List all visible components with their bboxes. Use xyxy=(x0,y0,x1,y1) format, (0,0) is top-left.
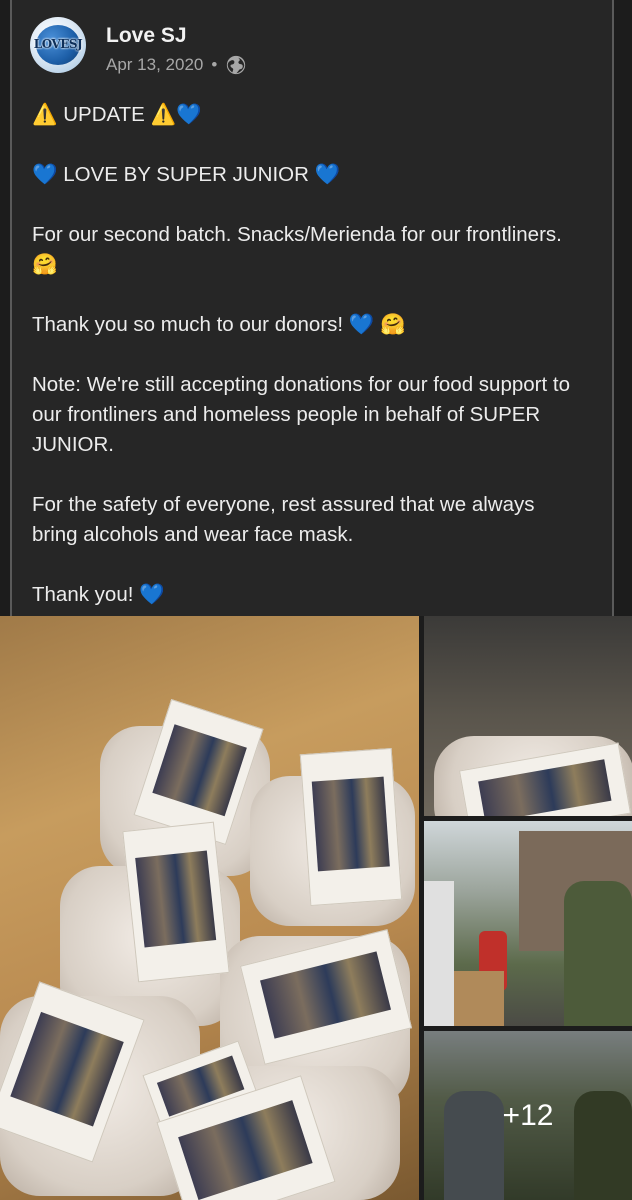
post-headline: 💙 LOVE BY SUPER JUNIOR 💙 xyxy=(32,163,341,186)
post-thanks-donors: Thank you so much to our donors! 💙 🤗 xyxy=(32,313,406,336)
author-name[interactable]: Love SJ xyxy=(106,24,187,48)
photo-card xyxy=(122,821,230,983)
post-body: ⚠️ UPDATE ⚠️💙 💙 LOVE BY SUPER JUNIOR 💙 F… xyxy=(32,100,572,640)
post-update-line: ⚠️ UPDATE ⚠️💙 xyxy=(32,103,202,126)
post-thank-you: Thank you! 💙 xyxy=(32,583,165,606)
more-photos-count[interactable]: +12 xyxy=(424,1031,632,1200)
globe-icon xyxy=(227,55,246,75)
post-safety: For the safety of everyone, rest assured… xyxy=(32,493,535,546)
photo-card xyxy=(299,747,403,907)
photo-main[interactable] xyxy=(0,616,419,1200)
photo-grid: +12 xyxy=(0,616,632,1200)
photo-middle-right[interactable] xyxy=(424,821,632,1026)
post-note: Note: We're still accepting donations fo… xyxy=(32,373,570,456)
avatar-logo-text: LOVESJ xyxy=(33,37,83,51)
avatar[interactable]: LOVESJ xyxy=(30,17,86,73)
post-meta: Apr 13, 2020 • xyxy=(106,54,247,76)
post-batch-text: For our second batch. Snacks/Merienda fo… xyxy=(32,223,562,276)
post-date[interactable]: Apr 13, 2020 xyxy=(106,55,203,75)
meta-separator: • xyxy=(211,55,218,74)
photo-top-right[interactable] xyxy=(424,616,632,816)
photo-bottom-right[interactable]: +12 xyxy=(424,1031,632,1200)
